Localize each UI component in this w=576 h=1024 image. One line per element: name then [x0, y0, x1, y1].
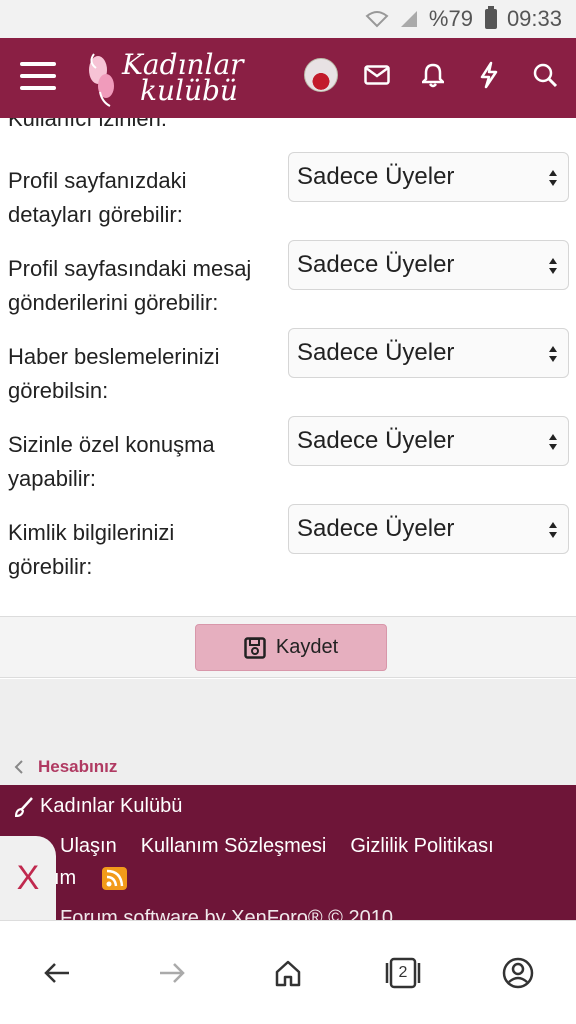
- inbox-button[interactable]: [360, 58, 394, 92]
- privacy-settings-form: Kullanıcı izinleri: Profil sayfanızdaki …: [0, 118, 576, 618]
- battery-icon: [484, 6, 497, 29]
- hamburger-icon: [20, 62, 56, 66]
- avatar: [304, 58, 338, 92]
- visibility-select[interactable]: Sadece Üyeler: [288, 328, 569, 378]
- select-arrows-icon: [549, 258, 557, 274]
- wifi-icon: [365, 10, 389, 28]
- signal-icon: [399, 9, 419, 29]
- setting-label: Kimlik bilgilerinizi görebilir:: [8, 516, 283, 584]
- footer-brand-link[interactable]: Kadınlar Kulübü: [14, 795, 182, 818]
- bell-icon: [422, 63, 444, 88]
- select-arrows-icon: [549, 522, 557, 538]
- search-icon: [533, 63, 558, 88]
- whats-new-button[interactable]: [472, 58, 506, 92]
- footer-links: Ulaşın Kullanım Sözleşmesi Gizlilik Poli…: [60, 835, 494, 858]
- close-overlay-button[interactable]: X: [0, 836, 56, 920]
- browser-bottom-nav: 2: [0, 920, 576, 1024]
- battery-percent: %79: [428, 6, 473, 31]
- site-logo[interactable]: Kadınlar kulübü: [84, 46, 244, 110]
- setting-label-line: görebilir:: [8, 554, 93, 579]
- status-bar: %79 09:33: [0, 0, 576, 38]
- section-heading-cutoff: Kullanıcı izinleri:: [8, 118, 167, 131]
- setting-label: Sizinle özel konuşma yapabilir:: [8, 428, 283, 496]
- site-header: Kadınlar kulübü: [0, 38, 576, 118]
- back-button[interactable]: [32, 951, 82, 995]
- setting-label: Profil sayfasındaki mesaj gönderilerini …: [8, 252, 283, 320]
- setting-label: Haber beslemelerinizi görebilsin:: [8, 340, 283, 408]
- footer-link-terms[interactable]: Kullanım Sözleşmesi: [141, 835, 327, 858]
- floppy-disk-icon: [244, 636, 266, 659]
- logo-text-line2: kulübü: [140, 74, 238, 107]
- save-button-label: Kaydet: [275, 636, 339, 658]
- select-arrows-icon: [549, 346, 557, 362]
- tabs-button[interactable]: 2: [378, 951, 428, 995]
- account-button[interactable]: [493, 951, 543, 995]
- envelope-icon: [364, 65, 390, 85]
- select-value: Sadece Üyeler: [297, 251, 455, 278]
- clock: 09:33: [506, 6, 562, 31]
- hamburger-line: [20, 86, 56, 90]
- rss-icon[interactable]: [102, 867, 127, 890]
- paintbrush-icon: [14, 796, 33, 817]
- visibility-select[interactable]: Sadece Üyeler: [288, 504, 569, 554]
- alerts-button[interactable]: [416, 58, 450, 92]
- lightning-icon: [480, 61, 498, 89]
- arrow-right-icon: [160, 963, 185, 983]
- arrow-left-icon: [44, 963, 69, 983]
- tab-count: 2: [398, 964, 408, 981]
- search-button[interactable]: [528, 58, 562, 92]
- save-button[interactable]: Kaydet: [195, 624, 387, 671]
- home-button[interactable]: [263, 951, 313, 995]
- footer-link-help[interactable]: ım: [54, 867, 76, 890]
- setting-label-line: yapabilir:: [8, 466, 97, 491]
- select-value: Sadece Üyeler: [297, 427, 455, 454]
- footer-link-privacy[interactable]: Gizlilik Politikası: [350, 835, 493, 858]
- select-value: Sadece Üyeler: [297, 339, 455, 366]
- select-arrows-icon: [549, 170, 557, 186]
- select-arrows-icon: [549, 434, 557, 450]
- setting-label-line: Profil sayfasındaki mesaj: [8, 256, 252, 281]
- page-bottom-area: Hesabınız: [0, 679, 576, 785]
- setting-label-line: gönderilerini görebilir:: [8, 290, 219, 315]
- hamburger-line: [20, 74, 56, 78]
- breadcrumb[interactable]: Hesabınız: [14, 757, 117, 777]
- setting-label-line: Sizinle özel konuşma: [8, 432, 215, 457]
- form-submit-row: Kaydet: [0, 616, 576, 678]
- logo-flower-icon: [89, 53, 114, 107]
- setting-label: Profil sayfanızdaki detayları görebilir:: [8, 164, 283, 232]
- visibility-select[interactable]: Sadece Üyeler: [288, 240, 569, 290]
- select-value: Sadece Üyeler: [297, 515, 455, 542]
- user-circle-icon: [502, 957, 534, 989]
- setting-label-line: görebilsin:: [8, 378, 109, 403]
- home-icon: [275, 960, 301, 987]
- footer-brand-text: Kadınlar Kulübü: [40, 795, 183, 817]
- forward-button[interactable]: [147, 951, 197, 995]
- breadcrumb-link[interactable]: Hesabınız: [38, 757, 117, 777]
- footer-link-contact[interactable]: Ulaşın: [60, 835, 117, 858]
- select-value: Sadece Üyeler: [297, 163, 455, 190]
- visibility-select[interactable]: Sadece Üyeler: [288, 152, 569, 202]
- setting-label-line: Haber beslemelerinizi: [8, 344, 220, 369]
- site-footer: Kadınlar Kulübü Ulaşın Kullanım Sözleşme…: [0, 785, 576, 929]
- visibility-select[interactable]: Sadece Üyeler: [288, 416, 569, 466]
- user-avatar-button[interactable]: [304, 58, 338, 92]
- setting-label-line: Kimlik bilgilerinizi: [8, 520, 175, 545]
- close-icon: X: [16, 858, 40, 897]
- chevron-left-icon: [14, 760, 23, 774]
- menu-button[interactable]: [20, 62, 56, 94]
- setting-label-line: Profil sayfanızdaki: [8, 168, 187, 193]
- setting-label-line: detayları görebilir:: [8, 202, 183, 227]
